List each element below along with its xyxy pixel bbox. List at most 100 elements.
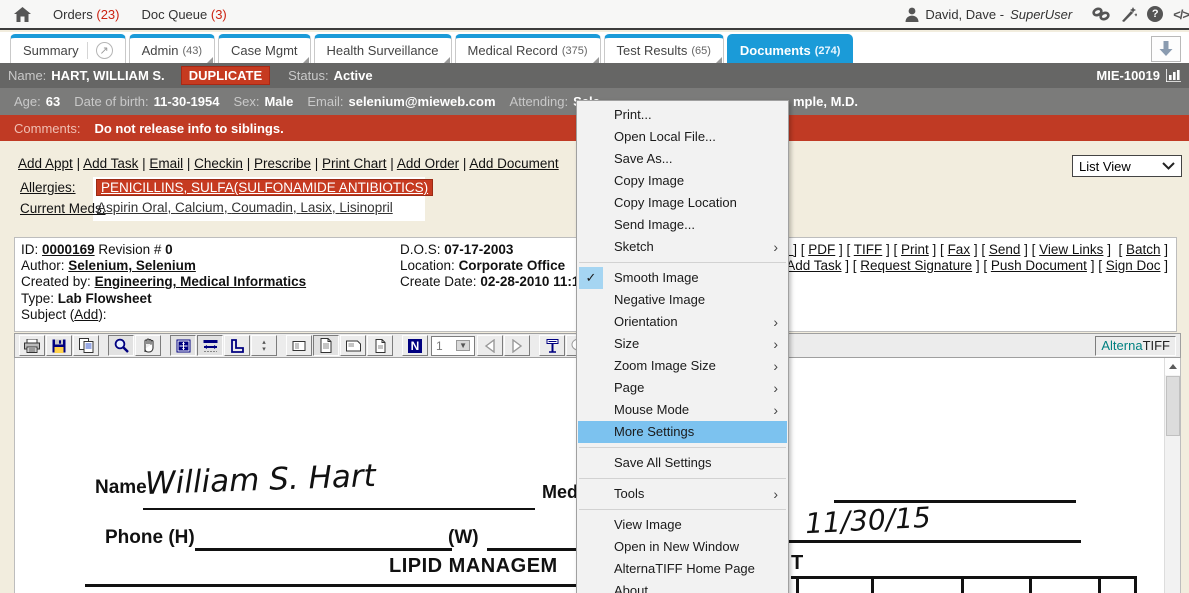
summary-popout-icon[interactable]: ↗	[87, 42, 113, 59]
sign-doc-link[interactable]: Sign Doc	[1106, 258, 1161, 273]
link-icon[interactable]	[1092, 7, 1110, 21]
tab-summary[interactable]: Summary ↗	[10, 34, 126, 63]
menu-item-orientation[interactable]: Orientation›	[577, 311, 788, 333]
print-link[interactable]: Print	[901, 242, 929, 257]
save-icon[interactable]	[46, 335, 72, 356]
flowsheet-icon[interactable]	[1166, 69, 1181, 82]
scrollbar-thumb[interactable]	[1166, 376, 1180, 436]
pdf-link[interactable]: PDF	[808, 242, 835, 257]
negative-image-icon[interactable]: N	[402, 335, 428, 356]
checkin-link[interactable]: Checkin	[194, 156, 243, 171]
menu-item-about[interactable]: About	[577, 580, 788, 593]
menu-item-alternatiff-home-page[interactable]: AlternaTIFF Home Page	[577, 558, 788, 580]
created-by-link[interactable]: Engineering, Medical Informatics	[95, 274, 307, 289]
portrait-page-icon[interactable]	[313, 335, 339, 356]
add-task-link[interactable]: Add Task	[83, 156, 138, 171]
menu-item-copy-image-location[interactable]: Copy Image Location	[577, 192, 788, 214]
med-link[interactable]: Lisinopril	[332, 200, 393, 215]
add-document-link[interactable]: Add Document	[469, 156, 558, 171]
add-task-doc-link[interactable]: Add Task	[786, 258, 841, 273]
menu-item-sketch[interactable]: Sketch›	[577, 236, 788, 258]
push-document-link[interactable]: Push Document	[991, 258, 1087, 273]
fax-link[interactable]: Fax	[948, 242, 971, 257]
zoom-spinner[interactable]: ▴▾	[251, 335, 277, 356]
email-link[interactable]: Email	[149, 156, 183, 171]
duplicate-badge[interactable]: DUPLICATE	[181, 66, 270, 85]
prev-page-icon[interactable]	[477, 335, 503, 356]
menu-item-view-image[interactable]: View Image	[577, 514, 788, 536]
request-signature-link[interactable]: Request Signature	[860, 258, 972, 273]
tab-count: (274)	[815, 45, 841, 57]
tab-health-surveillance[interactable]: Health Surveillance	[314, 34, 452, 63]
properties-icon[interactable]	[539, 335, 565, 356]
home-icon[interactable]	[14, 7, 31, 22]
landscape-page-icon[interactable]	[340, 335, 366, 356]
help-icon[interactable]: ?	[1147, 6, 1163, 22]
add-appt-link[interactable]: Add Appt	[18, 156, 73, 171]
menu-item-mouse-mode[interactable]: Mouse Mode›	[577, 399, 788, 421]
orders-link[interactable]: Orders (23)	[53, 7, 119, 22]
med-link[interactable]: Calcium	[168, 200, 224, 215]
code-icon[interactable]: </>	[1173, 7, 1189, 22]
menu-item-copy-image[interactable]: Copy Image	[577, 170, 788, 192]
menu-item-save-all-settings[interactable]: Save All Settings	[577, 452, 788, 474]
single-page-icon[interactable]	[367, 335, 393, 356]
spinner-down-icon[interactable]: ▾	[262, 346, 266, 353]
tab-admin[interactable]: Admin (43)	[129, 34, 215, 63]
doc-id-link[interactable]: 0000169	[42, 242, 95, 257]
dob-value: 11-30-1954	[154, 94, 220, 109]
add-order-link[interactable]: Add Order	[397, 156, 459, 171]
menu-item-send-image[interactable]: Send Image...	[577, 214, 788, 236]
print-icon[interactable]	[19, 335, 45, 356]
menu-item-print[interactable]: Print...	[577, 104, 788, 126]
med-link[interactable]: Coumadin	[224, 200, 293, 215]
download-button[interactable]	[1151, 36, 1181, 62]
viewer-scrollbar[interactable]	[1164, 358, 1180, 593]
menu-item-page[interactable]: Page›	[577, 377, 788, 399]
pan-hand-icon[interactable]	[135, 335, 161, 356]
page-number-select[interactable]: 1 ▼	[431, 336, 475, 356]
menu-item-tools[interactable]: Tools›	[577, 483, 788, 505]
tab-test-results[interactable]: Test Results (65)	[604, 34, 724, 63]
wand-icon[interactable]	[1120, 7, 1137, 22]
next-page-icon[interactable]	[504, 335, 530, 356]
user-menu[interactable]: David, Dave - SuperUser	[905, 7, 1072, 22]
tab-case-mgmt[interactable]: Case Mgmt	[218, 34, 310, 63]
med-link[interactable]: Lasix	[293, 200, 332, 215]
view-links-link[interactable]: View Links	[1039, 242, 1103, 257]
submenu-arrow-icon: ›	[773, 311, 778, 333]
fit-height-icon[interactable]	[224, 335, 250, 356]
allergies-value[interactable]: PENICILLINS, SULFA(SULFONAMIDE ANTIBIOTI…	[96, 179, 433, 196]
subject-add-link[interactable]: Add	[74, 307, 98, 322]
med-link[interactable]: Aspirin Oral	[97, 200, 168, 215]
fit-width-icon[interactable]	[197, 335, 223, 356]
prescribe-link[interactable]: Prescribe	[254, 156, 311, 171]
menu-item-zoom-image-size[interactable]: Zoom Image Size›	[577, 355, 788, 377]
send-link[interactable]: Send	[989, 242, 1021, 257]
view-mode-select[interactable]: List View	[1072, 155, 1182, 177]
zoom-tool-icon[interactable]	[108, 335, 134, 356]
batch-link[interactable]: Batch	[1126, 242, 1161, 257]
doc-links-row1: rties ] [ PDF ] [ TIFF ] [ Print ] [ Fax…	[764, 242, 1168, 257]
tiff-link[interactable]: TIFF	[854, 242, 883, 257]
current-meds-label[interactable]: Current Meds:	[20, 201, 106, 216]
menu-item-negative-image[interactable]: Negative Image	[577, 289, 788, 311]
scrollbar-up-icon[interactable]	[1165, 358, 1181, 375]
menu-item-open-local-file[interactable]: Open Local File...	[577, 126, 788, 148]
tab-documents[interactable]: Documents (274)	[727, 34, 853, 63]
spinner-up-icon[interactable]: ▴	[262, 339, 266, 346]
menu-item-smooth-image[interactable]: ✓Smooth Image	[577, 267, 788, 289]
copy-icon[interactable]	[73, 335, 99, 356]
webchart-app: Orders (23) Doc Queue (3) David, Dave - …	[0, 0, 1189, 593]
fit-window-icon[interactable]	[170, 335, 196, 356]
rotate-landscape-icon[interactable]	[286, 335, 312, 356]
allergies-label[interactable]: Allergies:	[20, 180, 76, 195]
print-chart-link[interactable]: Print Chart	[322, 156, 387, 171]
author-link[interactable]: Selenium, Selenium	[68, 258, 196, 273]
menu-item-open-in-new-window[interactable]: Open in New Window	[577, 536, 788, 558]
menu-item-size[interactable]: Size›	[577, 333, 788, 355]
menu-item-save-as[interactable]: Save As...	[577, 148, 788, 170]
tab-medical-record[interactable]: Medical Record (375)	[455, 34, 601, 63]
menu-item-more-settings[interactable]: More Settings	[578, 421, 787, 443]
doc-queue-link[interactable]: Doc Queue (3)	[141, 7, 226, 22]
